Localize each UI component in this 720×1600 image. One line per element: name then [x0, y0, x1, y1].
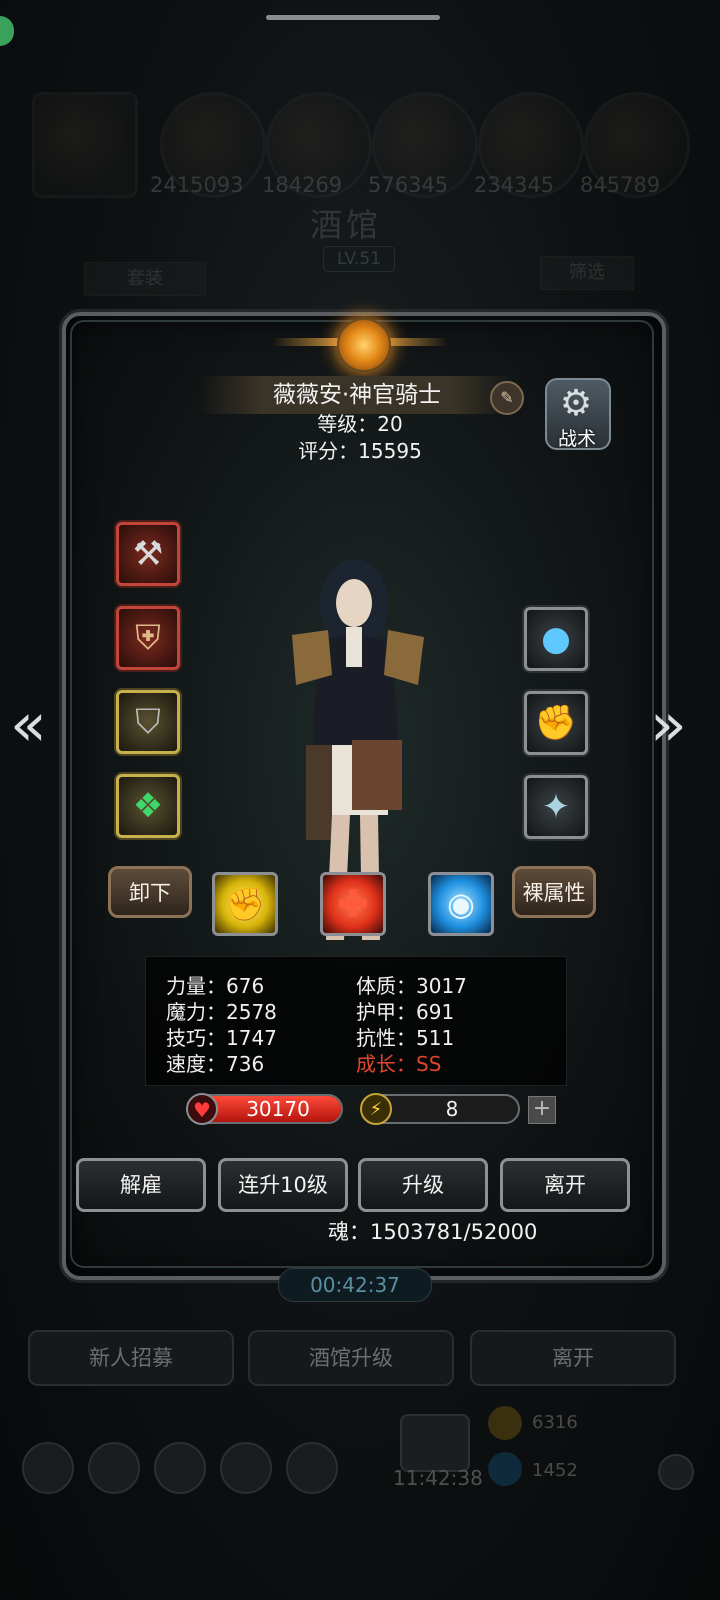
prev-hero-arrow-icon[interactable]: « — [10, 690, 47, 760]
add-energy-button[interactable]: + — [528, 1096, 556, 1124]
equip-slot-crest[interactable]: ✦ — [524, 775, 588, 839]
gold-coin-icon — [488, 1406, 522, 1440]
soul-count: 魂：1503781/52000 — [328, 1220, 538, 1244]
level-up-10-button[interactable]: 连升10级 — [218, 1158, 348, 1212]
heart-icon: ♥ — [186, 1093, 218, 1125]
heal-cross-icon: ✚ — [337, 882, 369, 926]
stat-resistance: 抗性：511 — [356, 1026, 455, 1050]
armor-icon: ⛨ — [135, 618, 161, 658]
crest-icon: ✦ — [541, 787, 571, 827]
tavern-title: 酒馆 — [310, 206, 383, 244]
equip-slot-armor[interactable]: ⛨ — [116, 606, 180, 670]
filter-button: 筛选 — [540, 256, 634, 290]
stat-skill: 技巧：1747 — [166, 1026, 277, 1050]
skill-slot-vision[interactable]: ◉ — [428, 872, 494, 936]
lightning-icon: ⚡ — [360, 1093, 392, 1125]
gift-box-icon — [400, 1414, 470, 1472]
stat-speed: 速度：736 — [166, 1052, 265, 1076]
stat-armor: 护甲：691 — [356, 1000, 455, 1024]
tavern-level: LV.51 — [323, 246, 395, 272]
orb-icon: ● — [541, 619, 571, 659]
energy-value: 8 — [445, 1097, 459, 1121]
emerald-icon: ❖ — [132, 786, 164, 826]
resource-count: 184269 — [262, 173, 343, 197]
dismiss-button[interactable]: 解雇 — [76, 1158, 206, 1212]
naked-attr-button[interactable]: 裸属性 — [512, 866, 596, 918]
stat-growth: 成长：SS — [356, 1052, 442, 1076]
menu-icon — [22, 1442, 74, 1494]
clock: 11:42:38 — [393, 1466, 483, 1490]
hammer-icon: ⚒ — [132, 534, 164, 574]
equip-slot-shield[interactable]: ⛉ — [116, 690, 180, 754]
skill-slot-attack[interactable]: ✊ — [212, 872, 278, 936]
menu-icon — [88, 1442, 140, 1494]
stat-constitution: 体质：3017 — [356, 974, 467, 998]
next-hero-arrow-icon[interactable]: » — [650, 690, 687, 760]
gem-icon — [488, 1452, 522, 1486]
hero-score: 评分：15595 — [298, 439, 422, 463]
menu-icon — [286, 1442, 338, 1494]
recruit-timer: 00:42:37 — [278, 1268, 432, 1302]
equip-slot-orb[interactable]: ● — [524, 607, 588, 671]
stat-magic: 魔力：2578 — [166, 1000, 277, 1024]
hero-level: 等级：20 — [317, 412, 403, 436]
unequip-button[interactable]: 卸下 — [108, 866, 192, 918]
fist-icon: ✊ — [225, 885, 265, 923]
new-recruit-button: 新人招募 — [28, 1330, 234, 1386]
shield-icon: ⛉ — [135, 702, 161, 742]
leave-button[interactable]: 离开 — [500, 1158, 630, 1212]
resource-count: 845789 — [580, 173, 661, 197]
resource-count: 576345 — [368, 173, 449, 197]
resource-count: 2415093 — [150, 173, 244, 197]
gem-count: 1452 — [532, 1460, 578, 1481]
set-button: 套装 — [84, 262, 206, 296]
equip-slot-weapon[interactable]: ⚒ — [116, 522, 180, 586]
add-currency-icon — [658, 1454, 694, 1490]
gauntlet-icon: ✊ — [534, 703, 578, 743]
menu-icon — [220, 1442, 272, 1494]
resource-slot-icon — [32, 92, 138, 198]
equip-slot-gloves[interactable]: ✊ — [524, 691, 588, 755]
skill-slot-heal[interactable]: ✚ — [320, 872, 386, 936]
level-up-button[interactable]: 升级 — [358, 1158, 488, 1212]
background-header: 2415093 184269 576345 234345 845789 酒馆 L… — [0, 0, 720, 300]
tavern-leave-button: 离开 — [470, 1330, 676, 1386]
tavern-upgrade-button: 酒馆升级 — [248, 1330, 454, 1386]
hp-value: 30170 — [246, 1097, 310, 1121]
gold-count: 6316 — [532, 1412, 578, 1433]
stat-strength: 力量：676 — [166, 974, 265, 998]
resource-count: 234345 — [474, 173, 555, 197]
emblem-icon — [337, 318, 391, 372]
menu-icon — [154, 1442, 206, 1494]
eye-icon: ◉ — [447, 885, 475, 923]
equip-slot-accessory[interactable]: ❖ — [116, 774, 180, 838]
